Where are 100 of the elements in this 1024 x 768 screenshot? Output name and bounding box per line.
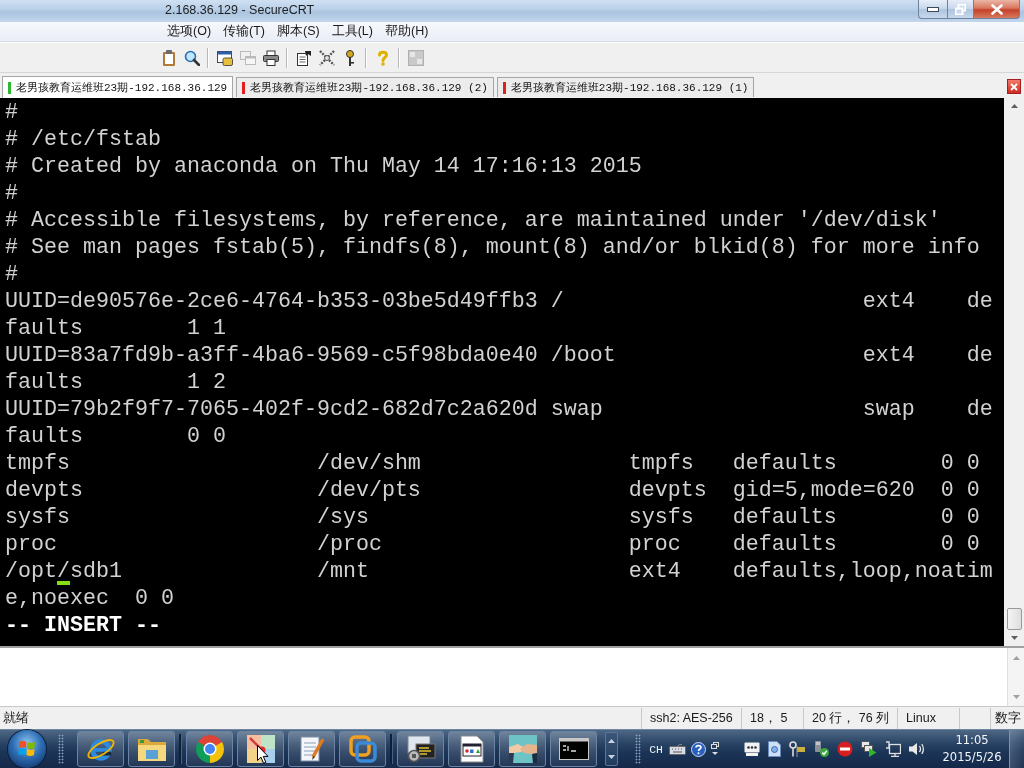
- terminal-line: # Accessible filesystems, by reference, are maintained under '/dev/disk': [5, 207, 941, 234]
- key-flag-icon[interactable]: [789, 741, 805, 757]
- scrollbar-track[interactable]: [1004, 98, 1024, 646]
- taskbar-button[interactable]: [288, 731, 335, 767]
- terminal-line: devpts /dev/pts devpts gid=5,mode=620 0 0: [5, 477, 980, 504]
- search-icon: [183, 49, 200, 66]
- terminal-line: #: [5, 180, 18, 207]
- terminal-line: e,noexec 0 0: [5, 585, 174, 612]
- scrollbar-thumb[interactable]: [1006, 608, 1022, 630]
- terminal-text: sdb1 /mnt ext4 defaults,loop,noatim: [70, 558, 993, 585]
- taskbar-button[interactable]: [77, 731, 124, 767]
- show-desktop-button[interactable]: [1009, 730, 1024, 768]
- menu-item[interactable]: 工具(L): [325, 23, 379, 40]
- status-pane: Linux: [897, 707, 959, 729]
- taskbar-button[interactable]: [128, 731, 175, 767]
- down-arrow-icon: [608, 755, 615, 759]
- taskbar-button[interactable]: [448, 731, 495, 767]
- mouse-pointer-icon: [257, 745, 269, 764]
- minimize-button[interactable]: [918, 0, 947, 19]
- window-title: 2.168.36.129 - SecureCRT: [164, 2, 315, 17]
- close-icon: [1010, 82, 1018, 91]
- start-button[interactable]: [8, 730, 46, 768]
- restore-button[interactable]: [947, 0, 973, 19]
- session-tab[interactable]: 老男孩教育运维班23期-192.168.36.129: [2, 76, 234, 98]
- up-arrow-icon: [608, 739, 615, 743]
- crossed-lines-icon: [318, 49, 335, 66]
- volume-icon[interactable]: [909, 742, 925, 756]
- keyboard-icon[interactable]: [669, 743, 686, 755]
- menu-item[interactable]: 传输(T): [217, 23, 272, 40]
- status-pane: ssh2: AES-256: [641, 707, 741, 729]
- terminal-line: UUID=83a7fd9b-a3ff-4ba6-9569-c5f98bda0e40 /boot ext4 de: [5, 342, 993, 369]
- message-icon[interactable]: [744, 742, 760, 756]
- handshake-icon: [508, 735, 537, 763]
- close-tab-button[interactable]: [1007, 79, 1021, 94]
- session-tab[interactable]: 老男孩教育运维班23期-192.168.36.129 (2): [236, 77, 494, 97]
- clock-time[interactable]: 11:05: [955, 732, 989, 749]
- terminal-line: faults 1 2: [5, 369, 226, 396]
- window-lock-icon: [405, 735, 436, 763]
- windows-play-icon[interactable]: [861, 741, 877, 757]
- terminal-line: # See man pages fstab(5), findfs(8), mount(8) and/or blkid(8) for more info: [5, 234, 980, 261]
- input-language[interactable]: CH: [649, 742, 663, 756]
- terminal-line: # Created by anaconda on Thu May 14 17:16:13 2015: [5, 153, 642, 180]
- taskbar-scroll-button[interactable]: [605, 732, 618, 766]
- menu-item[interactable]: 脚本(S): [271, 23, 326, 40]
- terminal-line: faults 0 0: [5, 423, 226, 450]
- no-entry-icon[interactable]: [837, 741, 853, 757]
- down-arrow-icon: [1010, 636, 1018, 640]
- device-check-icon[interactable]: [813, 741, 829, 757]
- monitor-icon[interactable]: [885, 741, 901, 757]
- terminal-line: faults 1 1: [5, 315, 226, 342]
- grip-icon: [635, 734, 642, 764]
- color-wheel-icon: [195, 735, 224, 763]
- grip-icon: [58, 734, 64, 764]
- terminal-line: UUID=de90576e-2ce6-4764-b353-03be5d49ffb3 / ext4 de: [5, 288, 993, 315]
- taskbar-button[interactable]: [237, 731, 284, 767]
- cursor-text: /: [57, 558, 70, 585]
- terminal-line: UUID=79b2f9f7-7065-402f-9cd2-682d7c2a620d swap swap de: [5, 396, 993, 423]
- taskbar-button[interactable]: [499, 731, 546, 767]
- session-tab[interactable]: 老男孩教育运维班23期-192.168.36.129 (1): [496, 77, 755, 97]
- status-message: 就绪: [2, 709, 29, 727]
- help-icon[interactable]: [691, 741, 706, 757]
- menu-item[interactable]: 帮助(H): [379, 23, 435, 40]
- help-icon: [376, 49, 389, 66]
- terminal-line: -- INSERT --: [5, 612, 161, 639]
- terminal-line: #: [5, 99, 18, 126]
- menu-item[interactable]: 选项(O): [161, 23, 218, 40]
- tiles-icon: [407, 49, 424, 66]
- app-window-icon: [459, 735, 484, 763]
- clipboard-icon: [160, 49, 177, 66]
- notepad-icon: [298, 735, 325, 763]
- key-icon: [344, 49, 355, 66]
- scrollbar-track[interactable]: [1007, 648, 1024, 706]
- windows-icon: [239, 49, 256, 66]
- down-arrow-icon: [1012, 695, 1020, 699]
- folder-icon: [136, 736, 167, 762]
- taskbar-button[interactable]: [397, 731, 444, 767]
- restore-icon: [955, 3, 966, 15]
- status-pane: 20 行， 76 列: [803, 707, 897, 729]
- terminal-line: proc /proc proc defaults 0 0: [5, 531, 980, 558]
- windows-caret-icon[interactable]: [711, 742, 719, 756]
- document-icon: [295, 49, 312, 66]
- flag-logo-icon: [18, 740, 36, 758]
- terminal-text: /opt: [5, 558, 57, 585]
- clock-date[interactable]: 2015/5/26: [942, 749, 1002, 766]
- close-button[interactable]: [973, 0, 1020, 19]
- printer-icon: [262, 49, 279, 66]
- minimize-icon: [927, 6, 939, 12]
- taskbar-button[interactable]: [186, 731, 233, 767]
- up-arrow-icon: [1012, 656, 1020, 660]
- close-icon: [990, 3, 1003, 15]
- status-pane: 数字: [990, 707, 1024, 729]
- window-icon: [216, 49, 233, 66]
- terminal-line: # /etc/fstab: [5, 126, 161, 153]
- terminal-line: tmpfs /dev/shm tmpfs defaults 0 0: [5, 450, 980, 477]
- terminal-line: #: [5, 261, 18, 288]
- status-pane: 18， 5: [741, 707, 803, 729]
- document-icon[interactable]: [768, 741, 781, 757]
- terminal-icon: [558, 738, 589, 760]
- up-arrow-icon: [1010, 104, 1018, 108]
- taskbar-button[interactable]: [550, 731, 597, 767]
